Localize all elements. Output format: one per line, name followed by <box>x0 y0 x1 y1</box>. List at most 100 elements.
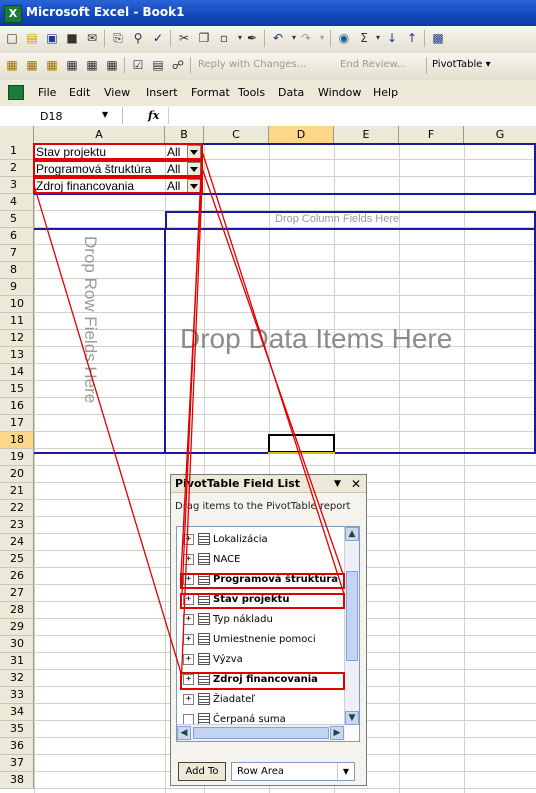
menu-format[interactable]: Format <box>191 86 230 99</box>
expand-icon[interactable]: + <box>183 633 194 645</box>
scroll-down-icon[interactable]: ▼ <box>345 711 359 725</box>
print-preview-icon[interactable]: ⚲ <box>130 30 146 46</box>
row-header-2[interactable]: 2 <box>0 160 34 177</box>
paste-icon[interactable]: ▫ <box>216 30 232 46</box>
menu-edit[interactable]: Edit <box>69 86 90 99</box>
area-dropdown-icon[interactable]: ▼ <box>337 763 354 780</box>
field-item[interactable]: + NACE <box>183 551 240 569</box>
row-header-3[interactable]: 3 <box>0 177 34 194</box>
workbook-icon[interactable] <box>8 85 24 100</box>
row-header-26[interactable]: 26 <box>0 568 34 585</box>
end-review-button[interactable]: End Review... <box>340 59 406 70</box>
column-header-d[interactable]: D <box>269 126 334 143</box>
row-header-7[interactable]: 7 <box>0 245 34 262</box>
field-list-header[interactable]: PivotTable Field List ▼ ✕ <box>171 475 366 493</box>
new-icon[interactable]: □ <box>4 30 20 46</box>
column-header-c[interactable]: C <box>204 126 269 143</box>
row-header-29[interactable]: 29 <box>0 619 34 636</box>
excel-app-icon[interactable]: X <box>4 5 22 23</box>
add-to-button[interactable]: Add To <box>178 762 226 781</box>
row-header-18[interactable]: 18 <box>0 432 34 449</box>
row-header-13[interactable]: 13 <box>0 347 34 364</box>
scroll-right-icon[interactable]: ▶ <box>330 726 344 740</box>
formula-input[interactable] <box>168 107 535 124</box>
field-list-box[interactable]: + Lokalizácia + NACE + Programová štruktúra + S… <box>176 526 360 742</box>
row-header-36[interactable]: 36 <box>0 738 34 755</box>
cut-icon[interactable]: ✂ <box>176 30 192 46</box>
field-item[interactable]: + Programová štruktúra <box>183 571 338 589</box>
name-box[interactable]: D18 ▼ <box>2 107 123 124</box>
field-item[interactable]: + Výzva <box>183 651 243 669</box>
row-header-10[interactable]: 10 <box>0 296 34 313</box>
field-item[interactable]: + Žiadateľ <box>183 691 255 709</box>
expand-icon[interactable]: + <box>183 553 194 565</box>
menu-data[interactable]: Data <box>278 86 304 99</box>
row-header-24[interactable]: 24 <box>0 534 34 551</box>
row-header-15[interactable]: 15 <box>0 381 34 398</box>
close-icon[interactable]: ✕ <box>351 475 361 493</box>
name-box-dropdown-icon[interactable]: ▼ <box>102 110 108 119</box>
row-header-33[interactable]: 33 <box>0 687 34 704</box>
expand-icon[interactable]: + <box>183 573 194 585</box>
insert-function-icon[interactable]: fx <box>148 109 159 122</box>
row-header-38[interactable]: 38 <box>0 772 34 789</box>
row-header-31[interactable]: 31 <box>0 653 34 670</box>
menu-insert[interactable]: Insert <box>146 86 178 99</box>
row-header-12[interactable]: 12 <box>0 330 34 347</box>
row-header-14[interactable]: 14 <box>0 364 34 381</box>
sort-descending-icon[interactable]: ↑ <box>404 30 420 46</box>
row-header-16[interactable]: 16 <box>0 398 34 415</box>
pivottable-menu-button[interactable]: PivotTable ▾ <box>432 59 491 70</box>
row-header-21[interactable]: 21 <box>0 483 34 500</box>
share-workbook-icon[interactable]: ☍ <box>170 57 186 73</box>
open-icon[interactable]: ▤ <box>24 30 40 46</box>
area-select[interactable]: Row Area ▼ <box>231 762 355 781</box>
undo-icon[interactable]: ↶ <box>270 30 286 46</box>
row-header-6[interactable]: 6 <box>0 228 34 245</box>
email-icon[interactable]: ✉ <box>84 30 100 46</box>
expand-icon[interactable]: + <box>183 653 194 665</box>
reply-with-changes-button[interactable]: Reply with Changes... <box>198 59 306 70</box>
vertical-scrollbar[interactable]: ▲ ▼ <box>344 527 359 725</box>
row-header-22[interactable]: 22 <box>0 500 34 517</box>
row-header-11[interactable]: 11 <box>0 313 34 330</box>
expand-icon[interactable]: + <box>183 613 194 625</box>
review-icon-2[interactable]: ▦ <box>24 57 40 73</box>
permission-icon[interactable]: ■ <box>64 30 80 46</box>
row-header-20[interactable]: 20 <box>0 466 34 483</box>
expand-icon[interactable] <box>183 713 194 725</box>
row-header-8[interactable]: 8 <box>0 262 34 279</box>
column-header-a[interactable]: A <box>34 126 165 143</box>
hyperlink-icon[interactable]: ◉ <box>336 30 352 46</box>
column-header-b[interactable]: B <box>165 126 204 143</box>
row-header-25[interactable]: 25 <box>0 551 34 568</box>
active-cell-d18[interactable] <box>268 434 335 453</box>
scroll-left-icon[interactable]: ◀ <box>177 726 191 740</box>
field-item[interactable]: + Lokalizácia <box>183 531 268 549</box>
row-header-28[interactable]: 28 <box>0 602 34 619</box>
redo-icon[interactable]: ↷ <box>298 30 314 46</box>
row-header-1[interactable]: 1 <box>0 143 34 160</box>
format-painter-icon[interactable]: ✒ <box>244 30 260 46</box>
review-icon-4[interactable]: ▦ <box>64 57 80 73</box>
horizontal-scrollbar[interactable]: ◀ ▶ <box>177 724 345 741</box>
review-icon-3[interactable]: ▦ <box>44 57 60 73</box>
pivottable-field-list-panel[interactable]: PivotTable Field List ▼ ✕ Drag items to … <box>170 474 367 786</box>
review-icon-1[interactable]: ▦ <box>4 57 20 73</box>
expand-icon[interactable]: + <box>183 593 194 605</box>
scroll-thumb[interactable] <box>346 571 358 661</box>
row-header-27[interactable]: 27 <box>0 585 34 602</box>
row-header-5[interactable]: 5 <box>0 211 34 228</box>
field-item[interactable]: + Umiestnenie pomoci <box>183 631 316 649</box>
print-icon[interactable]: ⎘ <box>110 30 126 46</box>
redo-dropdown-icon[interactable]: ▾ <box>314 30 330 46</box>
column-header-e[interactable]: E <box>334 126 399 143</box>
menu-window[interactable]: Window <box>318 86 361 99</box>
expand-icon[interactable]: + <box>183 693 194 705</box>
menu-tools[interactable]: Tools <box>238 86 265 99</box>
row-header-17[interactable]: 17 <box>0 415 34 432</box>
row-header-4[interactable]: 4 <box>0 194 34 211</box>
save-icon[interactable]: ▣ <box>44 30 60 46</box>
review-icon-5[interactable]: ▦ <box>84 57 100 73</box>
row-header-34[interactable]: 34 <box>0 704 34 721</box>
